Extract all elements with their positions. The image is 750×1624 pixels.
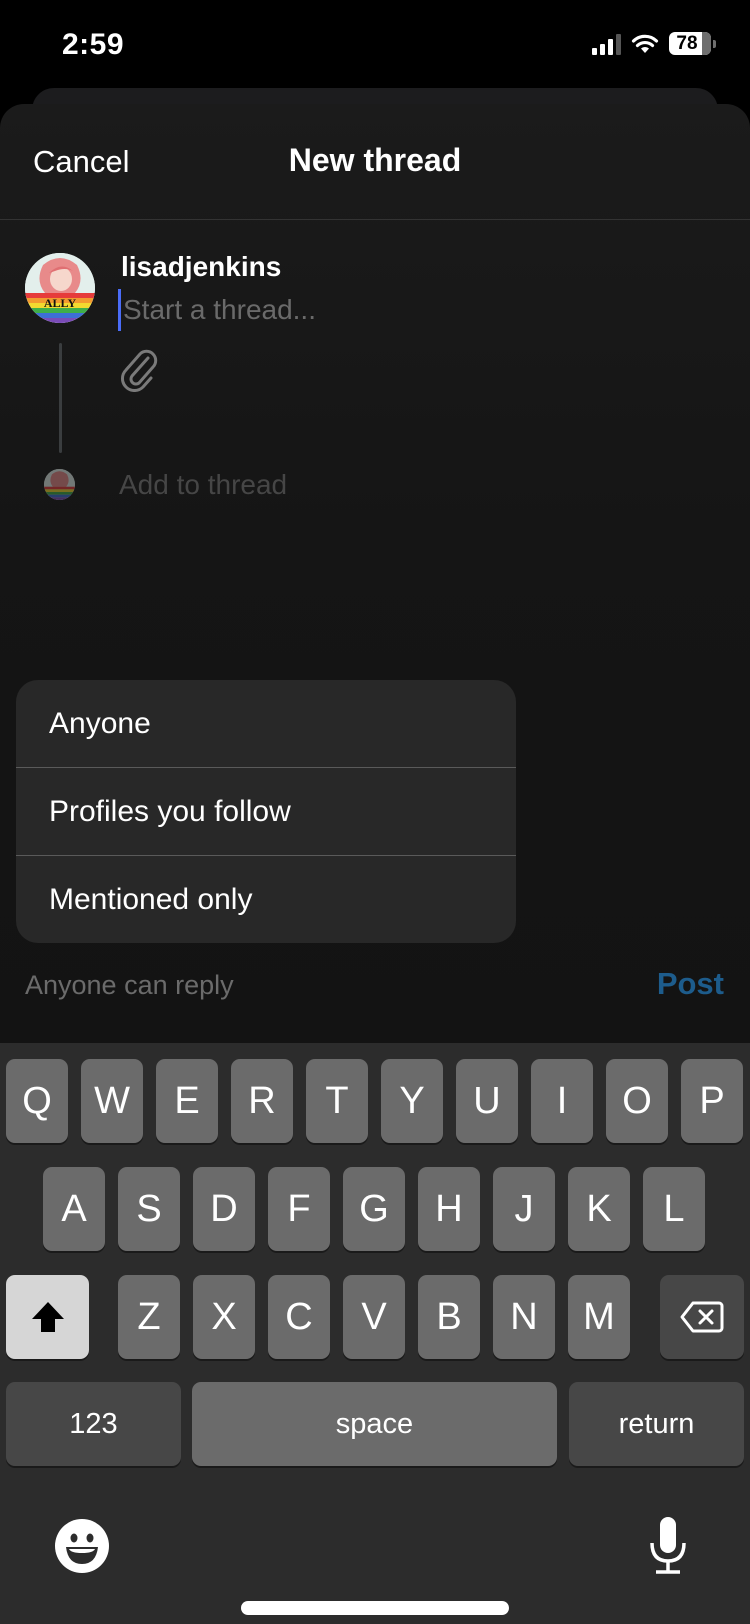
avatar-small-image <box>44 469 75 500</box>
add-to-thread-button[interactable]: Add to thread <box>119 469 287 501</box>
key-q[interactable]: Q <box>6 1059 68 1143</box>
delete-key[interactable] <box>660 1275 744 1359</box>
key-u[interactable]: U <box>456 1059 518 1143</box>
avatar-image: ALLY <box>25 253 95 323</box>
battery-icon: 78 <box>669 32 711 55</box>
space-key[interactable]: space <box>192 1382 557 1466</box>
sheet-header: Cancel New thread <box>0 104 750 220</box>
shift-key[interactable] <box>6 1275 89 1359</box>
thread-connector-line <box>59 343 62 453</box>
key-c[interactable]: C <box>268 1275 330 1359</box>
menu-item-anyone[interactable]: Anyone <box>16 680 516 768</box>
avatar-badge-text: ALLY <box>44 296 77 310</box>
avatar-small <box>44 469 75 500</box>
status-bar: 2:59 78 <box>0 0 750 95</box>
key-m[interactable]: M <box>568 1275 630 1359</box>
key-i[interactable]: I <box>531 1059 593 1143</box>
emoji-icon[interactable] <box>54 1518 110 1574</box>
key-a[interactable]: A <box>43 1167 105 1251</box>
menu-item-mentioned-only[interactable]: Mentioned only <box>16 856 516 943</box>
key-f[interactable]: F <box>268 1167 330 1251</box>
microphone-icon[interactable] <box>649 1515 687 1577</box>
wifi-icon <box>631 34 659 53</box>
signal-icon <box>592 33 621 55</box>
thread-text-input[interactable] <box>118 289 698 331</box>
battery-tip <box>713 39 716 48</box>
key-p[interactable]: P <box>681 1059 743 1143</box>
key-h[interactable]: H <box>418 1167 480 1251</box>
key-n[interactable]: N <box>493 1275 555 1359</box>
key-y[interactable]: Y <box>381 1059 443 1143</box>
return-key[interactable]: return <box>569 1382 744 1466</box>
battery-level: 78 <box>676 32 698 54</box>
key-v[interactable]: V <box>343 1275 405 1359</box>
key-t[interactable]: T <box>306 1059 368 1143</box>
menu-item-profiles-you-follow[interactable]: Profiles you follow <box>16 768 516 856</box>
key-j[interactable]: J <box>493 1167 555 1251</box>
key-o[interactable]: O <box>606 1059 668 1143</box>
key-r[interactable]: R <box>231 1059 293 1143</box>
home-indicator <box>241 1601 509 1615</box>
numbers-key[interactable]: 123 <box>6 1382 181 1466</box>
post-button[interactable]: Post <box>657 966 724 1002</box>
key-w[interactable]: W <box>81 1059 143 1143</box>
key-e[interactable]: E <box>156 1059 218 1143</box>
status-icons: 78 <box>592 32 716 55</box>
page-title: New thread <box>288 142 462 178</box>
key-b[interactable]: B <box>418 1275 480 1359</box>
key-s[interactable]: S <box>118 1167 180 1251</box>
reply-permissions-menu: Anyone Profiles you follow Mentioned onl… <box>16 680 516 943</box>
key-k[interactable]: K <box>568 1167 630 1251</box>
shift-icon <box>31 1302 64 1332</box>
key-l[interactable]: L <box>643 1167 705 1251</box>
delete-icon <box>680 1301 724 1333</box>
key-x[interactable]: X <box>193 1275 255 1359</box>
username: lisadjenkins <box>121 251 282 282</box>
reply-setting-button[interactable]: Anyone can reply <box>25 970 234 1001</box>
paperclip-icon[interactable] <box>118 348 158 392</box>
key-g[interactable]: G <box>343 1167 405 1251</box>
status-time: 2:59 <box>62 28 125 61</box>
avatar[interactable]: ALLY <box>25 253 95 323</box>
keyboard: Q W E R T Y U I O P A S D F G H J K L Z … <box>0 1043 750 1624</box>
key-d[interactable]: D <box>193 1167 255 1251</box>
key-z[interactable]: Z <box>118 1275 180 1359</box>
